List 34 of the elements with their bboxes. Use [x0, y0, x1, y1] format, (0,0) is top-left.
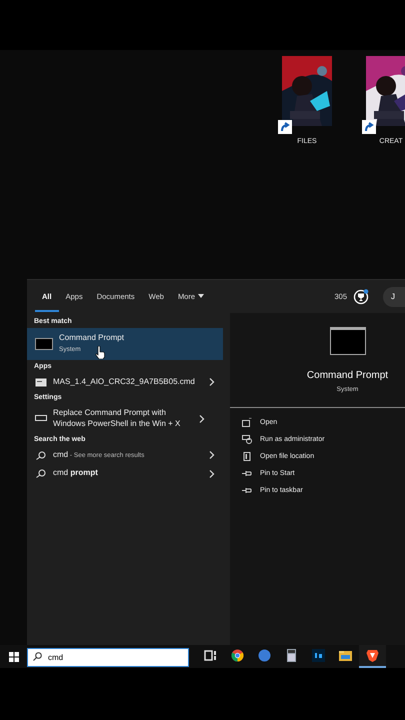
search-icon [33, 652, 42, 661]
chevron-icon [209, 451, 215, 460]
monitor-icon [35, 414, 47, 424]
hand-cursor-icon [95, 346, 105, 359]
open-icon [242, 418, 252, 427]
calculator-icon [287, 649, 296, 662]
photoshop-icon [312, 649, 325, 662]
document-icon [242, 452, 252, 461]
terminal-icon [35, 338, 53, 350]
avatar[interactable]: J [383, 286, 405, 306]
task-view-icon [204, 650, 216, 661]
search-icon [35, 469, 47, 478]
taskbar-button[interactable] [359, 645, 386, 668]
chrome-icon [232, 650, 244, 662]
shortcut-arrow-icon [278, 120, 292, 134]
terminal-icon [330, 327, 366, 355]
pin-icon [242, 469, 252, 478]
folder-icon [339, 651, 352, 661]
window-icon [35, 378, 47, 387]
chevron-icon [209, 470, 215, 478]
pin-icon [242, 486, 252, 495]
search-icon [35, 450, 47, 460]
result-item[interactable]: Replace Command Prompt with Windows PowerShell in the Win + X [27, 404, 223, 433]
lion-shield-icon [366, 650, 378, 662]
shortcut-arrow-icon [362, 120, 376, 134]
globe-icon [258, 650, 270, 662]
chevron-icon [209, 378, 215, 386]
result-item[interactable]: cmd prompt [27, 464, 223, 483]
chevron-icon [199, 414, 205, 423]
trophy-icon[interactable] [353, 288, 369, 304]
result-item[interactable]: MAS_1.4_AIO_CRC32_9A7B5B05.cmd [27, 372, 223, 392]
search-field[interactable]: cmd [27, 648, 189, 667]
windows-logo-icon[interactable] [9, 652, 19, 662]
preview-title: Command Prompt [306, 370, 388, 381]
